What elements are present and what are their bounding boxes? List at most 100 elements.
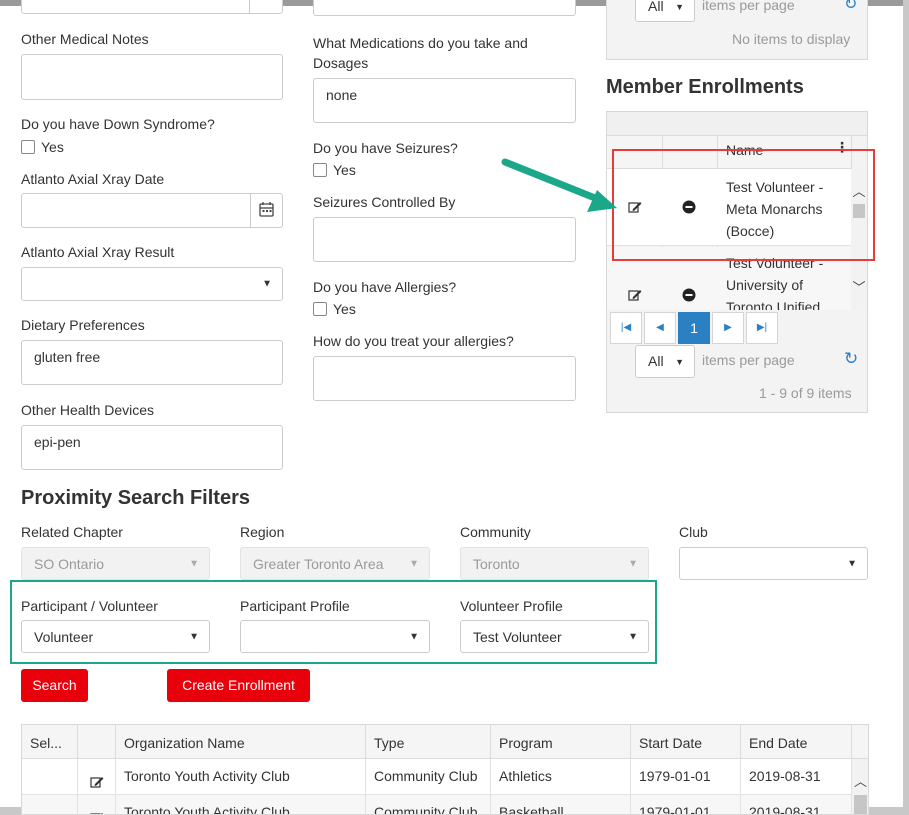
club-select[interactable]: ▼ xyxy=(679,547,868,580)
column-header-edit xyxy=(78,725,116,759)
seizures-label: Do you have Seizures? xyxy=(313,140,458,156)
edit-icon[interactable] xyxy=(89,768,105,794)
health-devices-input[interactable]: epi-pen xyxy=(21,425,283,470)
chevron-down-icon: ▼ xyxy=(409,631,419,642)
chevron-down-icon: ▼ xyxy=(675,1,684,12)
program-cell: Athletics xyxy=(491,759,631,795)
club-label: Club xyxy=(679,524,708,540)
community-select: Toronto ▼ xyxy=(460,547,649,580)
medications-label-line2: Dosages xyxy=(313,55,369,71)
allergies-yes-label: Yes xyxy=(333,301,356,317)
column-header-type[interactable]: Type xyxy=(366,725,491,759)
other-medical-notes-input[interactable] xyxy=(21,54,283,100)
participant-profile-label: Participant Profile xyxy=(240,598,350,614)
row-select-cell[interactable] xyxy=(22,759,78,795)
start-date-cell: 1979-01-01 xyxy=(631,759,741,795)
column-header-select[interactable]: Sel... xyxy=(22,725,78,759)
pager: |◀ ◀ 1 ▶ ▶| xyxy=(610,312,780,344)
results-grid: Sel... Organization Name Type Program St… xyxy=(21,724,869,815)
top-grid-pager: All ▼ items per page ↻ No items to displ… xyxy=(606,0,868,60)
chevron-down-icon: ▼ xyxy=(628,631,638,642)
items-summary: 1 - 9 of 9 items xyxy=(759,385,852,401)
scroll-down-icon[interactable]: ﹀ xyxy=(851,277,867,296)
right-scrollbar[interactable] xyxy=(903,0,909,815)
chevron-down-icon: ▼ xyxy=(675,356,684,367)
dietary-input[interactable]: gluten free xyxy=(21,340,283,385)
atlanto-result-label: Atlanto Axial Xray Result xyxy=(21,244,175,260)
column-header-program[interactable]: Program xyxy=(491,725,631,759)
chevron-down-icon: ▼ xyxy=(189,558,199,569)
edit-icon[interactable] xyxy=(627,287,643,306)
prev-page-icon[interactable]: ◀ xyxy=(644,312,676,344)
participant-volunteer-label: Participant / Volunteer xyxy=(21,598,158,614)
volunteer-profile-label: Volunteer Profile xyxy=(460,598,563,614)
type-cell: Community Club xyxy=(366,795,491,814)
participant-profile-select[interactable]: ▼ xyxy=(240,620,430,653)
atlanto-date-label: Atlanto Axial Xray Date xyxy=(21,171,165,187)
top-page-size-select[interactable]: All ▼ xyxy=(635,0,695,22)
related-chapter-select: SO Ontario ▼ xyxy=(21,547,210,580)
calendar-icon[interactable] xyxy=(251,194,282,227)
first-page-icon[interactable]: |◀ xyxy=(610,312,642,344)
organization-cell: Toronto Youth Activity Club xyxy=(116,759,366,795)
seizures-controlled-input[interactable] xyxy=(313,217,576,262)
annotation-arrow-icon xyxy=(501,158,617,212)
next-page-icon[interactable]: ▶ xyxy=(712,312,744,344)
related-chapter-label: Related Chapter xyxy=(21,524,123,540)
other-medical-notes-label: Other Medical Notes xyxy=(21,31,149,47)
refresh-icon[interactable]: ↻ xyxy=(844,0,857,14)
allergies-checkbox[interactable] xyxy=(313,302,327,316)
member-enrollments-title: Member Enrollments xyxy=(606,76,804,98)
cropped-input-mid[interactable] xyxy=(313,0,576,16)
treat-allergies-input[interactable] xyxy=(313,356,576,401)
row-edit-cell[interactable] xyxy=(78,759,116,795)
proximity-title: Proximity Search Filters xyxy=(21,487,250,509)
down-syndrome-checkbox[interactable] xyxy=(21,140,35,154)
end-date-cell: 2019-08-31 xyxy=(741,795,852,814)
atlanto-result-select[interactable]: ▼ xyxy=(21,267,283,301)
dietary-label: Dietary Preferences xyxy=(21,317,145,333)
row-select-cell[interactable] xyxy=(22,795,78,814)
results-scrollbar[interactable]: ︿ xyxy=(852,759,868,814)
region-label: Region xyxy=(240,524,285,540)
program-cell: Basketball xyxy=(491,795,631,814)
refresh-icon[interactable]: ↻ xyxy=(844,349,858,369)
end-date-cell: 2019-08-31 xyxy=(741,759,852,795)
chevron-down-icon: ▼ xyxy=(847,558,857,569)
chevron-down-icon: ▼ xyxy=(262,278,272,290)
remove-icon[interactable] xyxy=(682,288,696,305)
scroll-up-icon[interactable]: ︿ xyxy=(852,771,868,790)
column-header-start-date[interactable]: Start Date xyxy=(631,725,741,759)
cropped-input-divider xyxy=(249,0,250,14)
medications-label-line1: What Medications do you take and xyxy=(313,35,528,51)
start-date-cell: 1979-01-01 xyxy=(631,795,741,814)
last-page-icon[interactable]: ▶| xyxy=(746,312,778,344)
row-edit-cell[interactable] xyxy=(78,795,116,814)
volunteer-profile-select[interactable]: Test Volunteer ▼ xyxy=(460,620,649,653)
medications-input[interactable]: none xyxy=(313,78,576,123)
chevron-down-icon: ▼ xyxy=(628,558,638,569)
enrollment-name-line: Toronto Unified xyxy=(726,299,821,310)
participant-volunteer-select[interactable]: Volunteer ▼ xyxy=(21,620,210,653)
create-enrollment-button[interactable]: Create Enrollment xyxy=(167,669,310,702)
column-header-organization[interactable]: Organization Name xyxy=(116,725,366,759)
page-button-current[interactable]: 1 xyxy=(678,312,710,344)
column-header-end-date[interactable]: End Date xyxy=(741,725,852,759)
seizures-yes-label: Yes xyxy=(333,162,356,178)
seizures-controlled-label: Seizures Controlled By xyxy=(313,194,456,210)
annotation-highlight-box xyxy=(612,149,875,261)
atlanto-date-input[interactable] xyxy=(21,193,283,228)
page-size-select[interactable]: All ▼ xyxy=(635,345,695,378)
grid-toolbar xyxy=(607,112,867,136)
chevron-down-icon: ▼ xyxy=(189,631,199,642)
items-per-page-label: items per page xyxy=(702,352,795,368)
treat-allergies-label: How do you treat your allergies? xyxy=(313,333,514,349)
allergies-label: Do you have Allergies? xyxy=(313,279,457,295)
scroll-thumb[interactable] xyxy=(854,795,867,814)
search-button[interactable]: Search xyxy=(21,669,88,702)
cropped-input-left[interactable] xyxy=(21,0,283,14)
header-scroll-spacer xyxy=(852,725,868,759)
edit-icon[interactable] xyxy=(89,804,105,814)
organization-cell: Toronto Youth Activity Club xyxy=(116,795,366,814)
seizures-checkbox[interactable] xyxy=(313,163,327,177)
